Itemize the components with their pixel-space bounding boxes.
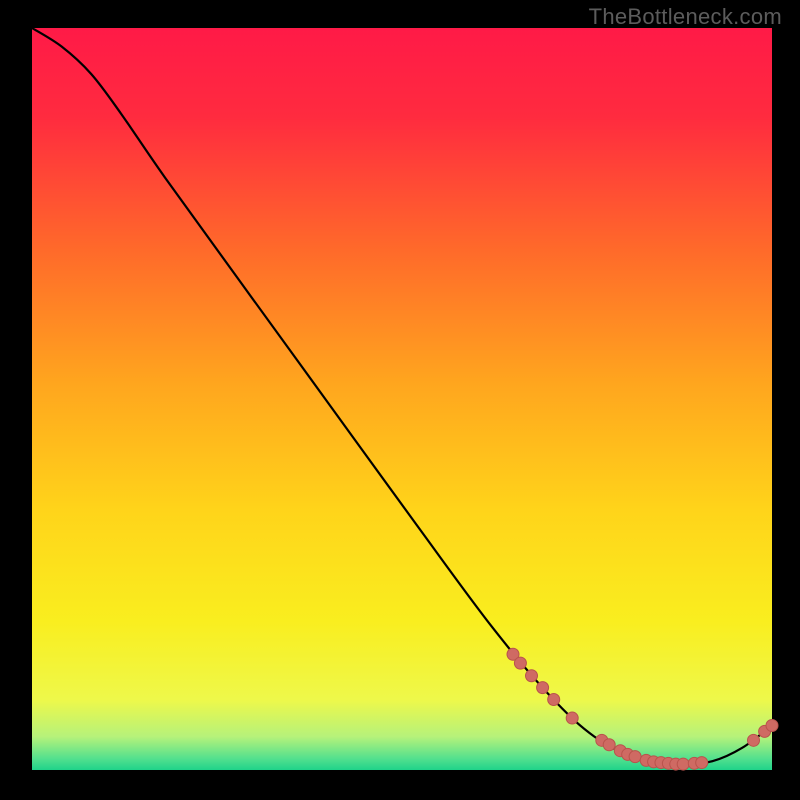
data-marker <box>566 712 578 724</box>
chart-container: TheBottleneck.com <box>0 0 800 800</box>
data-marker <box>526 670 538 682</box>
watermark-text: TheBottleneck.com <box>589 4 782 30</box>
plot-background <box>32 28 772 770</box>
data-marker <box>766 719 778 731</box>
data-marker <box>537 682 549 694</box>
data-marker <box>603 739 615 751</box>
data-marker <box>696 757 708 769</box>
data-marker <box>514 657 526 669</box>
data-marker <box>748 734 760 746</box>
data-marker <box>548 694 560 706</box>
data-marker <box>677 758 689 770</box>
bottleneck-curve-chart <box>0 0 800 800</box>
data-marker <box>629 751 641 763</box>
